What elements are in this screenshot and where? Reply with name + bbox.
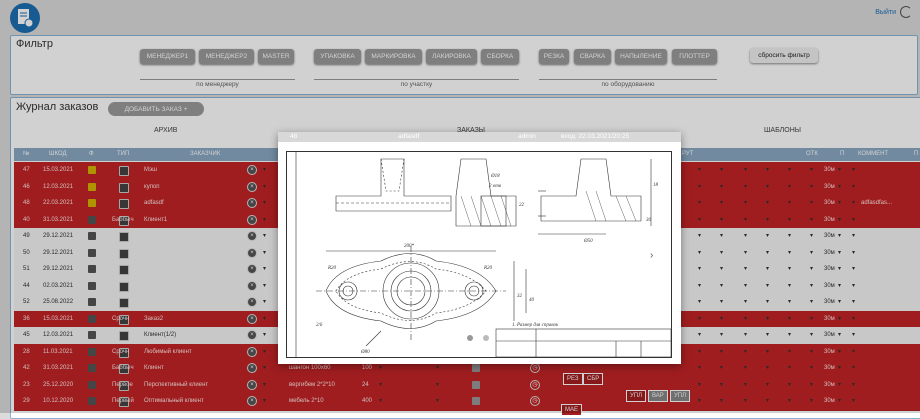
carousel-dot-2[interactable]: [483, 335, 489, 341]
dim-d80: Ø80: [360, 350, 370, 355]
dim-r20b: R20: [483, 266, 493, 271]
modal-user: admin: [518, 133, 536, 140]
next-image-arrow[interactable]: ›: [650, 250, 653, 261]
dim-r20a: R20: [327, 266, 337, 271]
modal-order-title: adfasdf: [398, 133, 420, 140]
modal-login-time: вход: 22.03.2021/20:25: [561, 133, 630, 140]
dim-d50: Ø50: [583, 239, 593, 244]
dim-30: 30: [646, 218, 652, 223]
dim-216: 2/6: [316, 323, 323, 328]
drawing-note: 1. Размер для справок: [512, 323, 559, 328]
dim-40: 40: [529, 298, 535, 303]
dim-32: 32: [517, 294, 523, 299]
dim-18: 18: [653, 183, 659, 188]
dim-2holes: 2 отв: [489, 184, 502, 189]
dim-22: 22: [519, 203, 525, 208]
drawing-preview-modal: 48 adfasdf admin вход: 22.03.2021/20:25: [278, 132, 681, 364]
technical-drawing-image: Ø18 2 отв 22 Ø50 30 18 200* R20 R20 32 4…: [286, 151, 672, 358]
dim-d18: Ø18: [490, 174, 500, 179]
modal-order-id: 48: [290, 133, 298, 140]
carousel-dot-1[interactable]: [467, 335, 473, 341]
modal-header: 48 adfasdf admin вход: 22.03.2021/20:25: [278, 132, 681, 142]
dim-200: 200*: [404, 244, 415, 249]
